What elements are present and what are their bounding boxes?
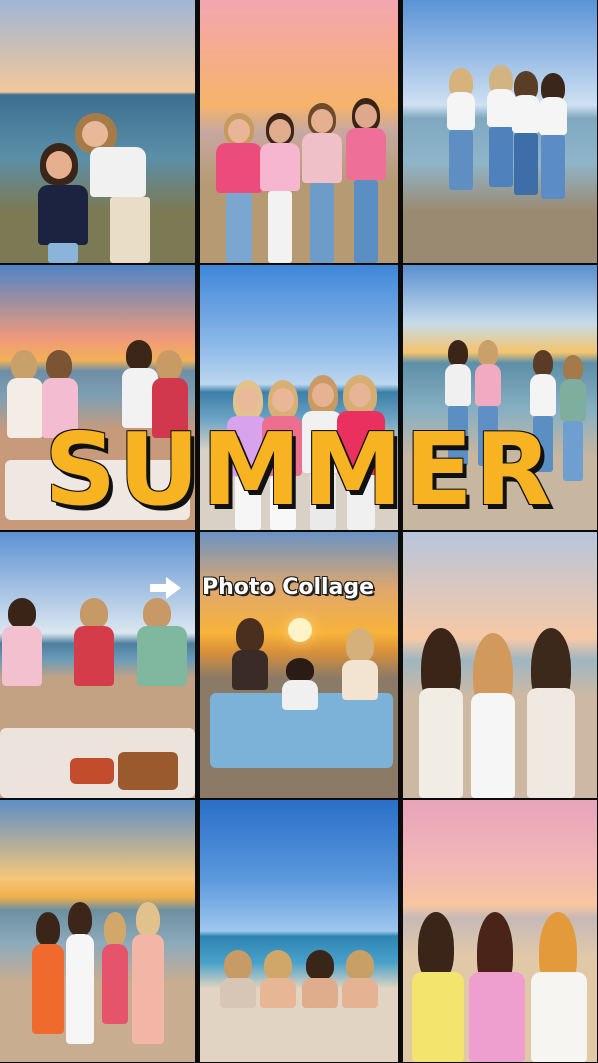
person-figure xyxy=(521,628,581,798)
right-arrow-icon xyxy=(150,576,182,599)
photo-piggyback-coast[interactable] xyxy=(0,0,195,263)
person-figure xyxy=(218,950,258,1020)
person-figure xyxy=(70,113,160,263)
person-figure xyxy=(258,950,298,1020)
person-figure xyxy=(258,113,303,263)
collage-subtitle: Photo Collage xyxy=(202,575,375,600)
photo-walking-shoreline[interactable] xyxy=(403,0,597,263)
photo-sunset-twirl[interactable] xyxy=(0,800,195,1062)
sun xyxy=(288,618,312,642)
person-figure xyxy=(72,598,117,738)
food-platter xyxy=(70,758,114,784)
photo-picnic-flowers[interactable] xyxy=(0,532,195,798)
person-figure xyxy=(128,902,168,1062)
photo-grid xyxy=(0,0,598,1063)
person-figure xyxy=(62,902,98,1062)
person-figure xyxy=(527,912,592,1062)
person-figure xyxy=(340,950,380,1020)
person-figure xyxy=(98,912,132,1062)
photo-lying-sand[interactable] xyxy=(200,800,398,1062)
person-figure xyxy=(413,628,468,798)
person-figure xyxy=(443,68,478,218)
person-figure xyxy=(230,618,270,718)
person-figure xyxy=(408,912,468,1062)
person-figure xyxy=(280,658,320,738)
person-figure xyxy=(300,950,340,1020)
person-figure xyxy=(214,113,264,263)
photo-heart-hands[interactable] xyxy=(403,532,597,798)
subtitle-group: Photo Collage xyxy=(150,575,374,600)
person-figure xyxy=(300,103,345,263)
person-figure xyxy=(135,598,190,738)
person-figure xyxy=(342,98,392,263)
person-figure xyxy=(465,633,520,798)
person-figure xyxy=(465,912,530,1062)
photo-group-sunset-pose[interactable] xyxy=(200,0,398,263)
person-figure xyxy=(340,628,380,728)
collage-title: SUMMER xyxy=(44,411,554,528)
person-figure xyxy=(535,73,570,223)
photo-pastel-outfits[interactable] xyxy=(403,800,597,1062)
photo-sunset-blanket[interactable] xyxy=(200,532,398,798)
food-platter xyxy=(118,752,178,790)
person-figure xyxy=(0,598,45,738)
